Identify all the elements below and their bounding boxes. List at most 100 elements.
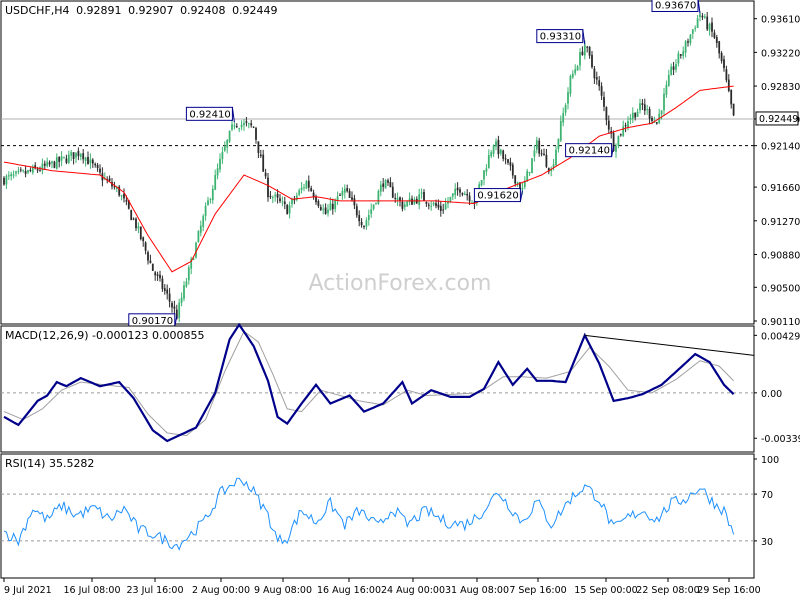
- candle-body: [648, 109, 651, 119]
- candle-body: [262, 154, 265, 172]
- candle-body: [675, 64, 677, 70]
- candle-body: [720, 53, 723, 62]
- candle-body: [87, 156, 89, 165]
- candle-body: [82, 153, 85, 160]
- macd-tick-label: 0.004299: [761, 331, 800, 342]
- candle-body: [598, 80, 601, 87]
- candle-body: [135, 218, 137, 229]
- candle-body: [298, 190, 301, 195]
- candle-body: [711, 22, 713, 32]
- candle-body: [531, 158, 533, 174]
- candle-body: [389, 182, 392, 188]
- candle-body: [159, 274, 161, 279]
- macd-tick-label: -0.003396: [761, 434, 800, 445]
- candle-body: [600, 86, 603, 96]
- macd-panel-frame: [0, 325, 755, 453]
- macd-panel: 0.004299 0.00 -0.003396 MACD(12,26,9) -0.0…: [0, 322, 800, 453]
- rsi-panel-frame: [0, 453, 755, 579]
- candle-body: [629, 118, 632, 120]
- candle-body: [334, 199, 337, 210]
- candle-body: [605, 107, 608, 121]
- candle-body: [408, 198, 411, 202]
- price-tick-label: 0.91660: [761, 183, 800, 194]
- candle-body: [156, 274, 159, 276]
- candle-body: [483, 170, 485, 180]
- candle-body: [348, 191, 351, 198]
- candle-body: [382, 183, 385, 187]
- candle-body: [235, 126, 238, 128]
- candle-body: [497, 139, 500, 155]
- candle-body: [418, 194, 421, 205]
- candle-body: [391, 186, 394, 198]
- candle-body: [15, 171, 17, 174]
- price-label-text: 0.91620: [477, 191, 518, 202]
- candle-body: [214, 175, 217, 190]
- candle-body: [221, 152, 224, 160]
- candle-body: [660, 110, 663, 115]
- candle-body: [36, 169, 39, 171]
- candle-body: [228, 130, 231, 142]
- candle-body: [718, 41, 721, 54]
- candle-body: [615, 146, 617, 152]
- ohlc-high: 0.92907: [128, 4, 174, 17]
- candle-body: [569, 76, 572, 94]
- candle-body: [207, 200, 209, 206]
- candle-body: [279, 198, 281, 202]
- price-label-text: 0.92140: [569, 146, 610, 157]
- candle-body: [504, 158, 507, 160]
- candle-body: [161, 278, 164, 289]
- candle-body: [492, 145, 495, 154]
- candle-body: [132, 218, 135, 220]
- candle-body: [703, 16, 706, 18]
- candle-body: [355, 206, 358, 216]
- candle-body: [27, 170, 29, 173]
- candle-body: [663, 93, 665, 111]
- candle-body: [540, 153, 543, 155]
- candle-body: [178, 302, 181, 318]
- candle-body: [250, 123, 253, 126]
- candle-body: [142, 237, 145, 242]
- price-label-text: 0.92410: [189, 109, 230, 120]
- candle-body: [240, 124, 243, 128]
- candle-body: [247, 123, 250, 125]
- candle-body: [363, 225, 365, 228]
- candle-body: [509, 162, 512, 166]
- candle-body: [708, 24, 711, 31]
- candle-body: [300, 187, 303, 191]
- price-tick-label: 0.90880: [761, 250, 800, 261]
- candle-body: [168, 293, 171, 302]
- candle-body: [655, 122, 658, 124]
- candle-body: [166, 289, 169, 294]
- candle-body: [375, 203, 377, 205]
- candle-body: [672, 66, 675, 70]
- candle-body: [331, 203, 334, 210]
- candle-body: [593, 68, 596, 79]
- symbol-header: USDCHF,H4 0.92891 0.92907 0.92408 0.9244…: [5, 4, 278, 17]
- candle-body: [238, 128, 241, 130]
- candle-body: [679, 54, 682, 56]
- candle-body: [322, 208, 325, 210]
- candle-body: [463, 193, 466, 196]
- ohlc-open: 0.92891: [76, 4, 122, 17]
- candle-body: [303, 187, 305, 189]
- candle-body: [684, 41, 687, 53]
- time-tick-label: 15 Sep 00:00: [574, 585, 637, 596]
- candle-body: [295, 195, 298, 201]
- main-panel: ActionForex.com 0.93670 0.93310 0.92410 0.9…: [0, 0, 800, 328]
- candle-body: [444, 203, 447, 210]
- candle-body: [459, 189, 461, 193]
- candle-body: [243, 122, 245, 125]
- macd-axis: 0.004299 0.00 -0.003396: [754, 331, 800, 445]
- rsi-tick-label: 30: [761, 537, 773, 548]
- price-label-text: 0.93310: [540, 32, 581, 43]
- candle-body: [394, 197, 397, 199]
- time-tick-label: 16 Aug 16:00: [317, 585, 381, 596]
- candle-body: [67, 154, 70, 163]
- candle-body: [715, 37, 718, 43]
- candle-body: [639, 103, 641, 111]
- main-price-axis: 0.93610 0.93220 0.92830 0.92449 0.92140 0.916…: [754, 15, 800, 328]
- candle-body: [730, 89, 733, 105]
- candle-body: [84, 157, 87, 161]
- candle-body: [651, 117, 653, 121]
- candle-body: [53, 161, 56, 168]
